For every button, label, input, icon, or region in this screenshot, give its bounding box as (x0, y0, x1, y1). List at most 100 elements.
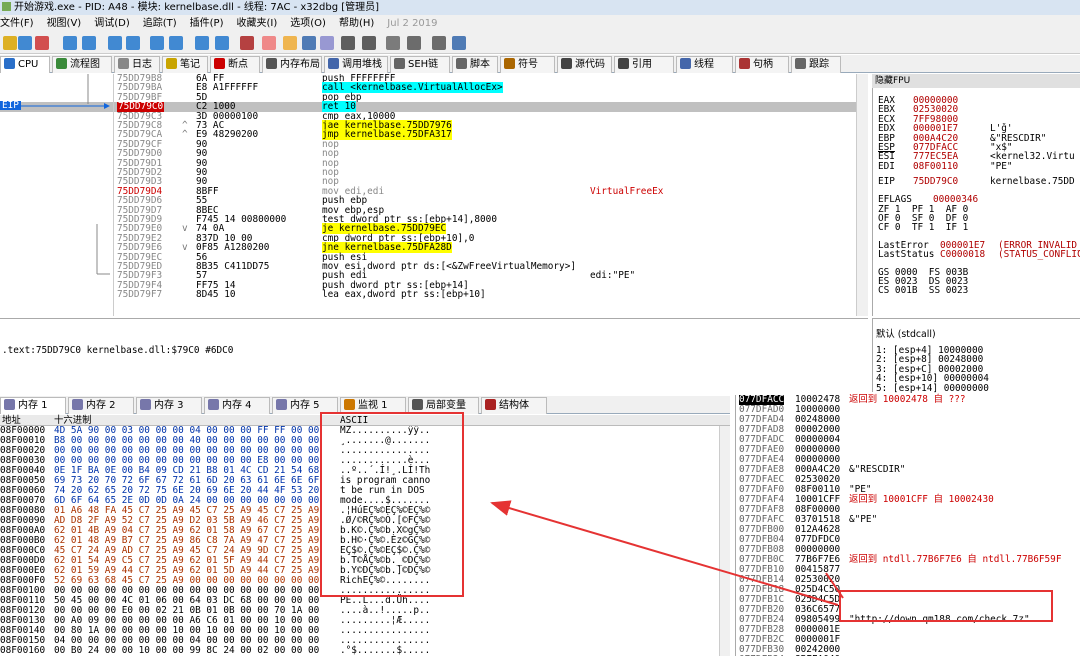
menu-bar: 文件(F) 视图(V) 调试(D) 追踪(T) 插件(P) 收藏夹(I) 选项(O) 帮助(H… (0, 15, 1080, 32)
menu-file[interactable]: 文件(F) (0, 18, 34, 29)
jump-arrow-glyph: ^ (182, 129, 188, 141)
register-eip[interactable]: EIP 75DD79C0 kernelbase.75DD (878, 177, 1075, 187)
run-to-user-icon[interactable] (195, 36, 209, 50)
close-icon[interactable] (35, 36, 49, 50)
stack-row[interactable]: 077DFB10 00415877 (736, 565, 1080, 575)
tab-script[interactable]: 脚本 (452, 56, 498, 73)
calculator-icon[interactable] (432, 36, 446, 50)
disasm-row[interactable]: 75DD79F7 8D45 10 lea eax,dword ptr ss:[ebp… (0, 290, 868, 300)
run-icon[interactable] (63, 36, 77, 50)
register-ebp[interactable]: EBP 000A4C20 &"RESCDIR" (878, 133, 1046, 143)
dump-tab-2[interactable]: 内存 2 (68, 397, 134, 414)
stack-row[interactable]: 077DFADC 00000004 (736, 435, 1080, 445)
stack-row[interactable]: 077DFAD0 10000000 (736, 405, 1080, 415)
step-into-icon[interactable] (108, 36, 122, 50)
stack-row[interactable]: 077DFB0C 77B6F7E6 返回到 ntdll.77B6F7E6 自 ntd… (736, 555, 1080, 565)
eflags-value[interactable]: 00000346 (933, 194, 978, 205)
bookmark-icon[interactable] (320, 36, 334, 50)
tab-label: 笔记 (180, 59, 200, 70)
dump-tab-8[interactable]: 结构体 (481, 397, 547, 414)
menu-trace[interactable]: 追踪(T) (143, 18, 177, 29)
strings-icon[interactable] (407, 36, 421, 50)
menu-view[interactable]: 视图(V) (47, 18, 82, 29)
pause-icon[interactable] (82, 36, 96, 50)
stack-row[interactable]: 077DFAF4 10001CFF 返回到 10001CFF 自 10002430 (736, 495, 1080, 505)
stack-row[interactable]: 077DFB14 02530020 (736, 575, 1080, 585)
register-esi[interactable]: ESI 777EC5EA <kernel32.Virtu (878, 152, 1075, 162)
stack-row[interactable]: 077DFAE0 00000000 (736, 445, 1080, 455)
tab-threads[interactable]: 线程 (676, 56, 733, 73)
stack-row[interactable]: 077DFAFC 03701518 &"PE" (736, 515, 1080, 525)
stack-row[interactable]: 077DFB00 012A4628 (736, 525, 1080, 535)
dump-tab-label: 结构体 (499, 400, 529, 411)
register-edi[interactable]: EDI 08F00110 "PE" (878, 161, 1013, 171)
label-icon[interactable] (302, 36, 316, 50)
menu-options[interactable]: 选项(O) (290, 18, 326, 29)
trace-into-icon[interactable] (150, 36, 164, 50)
tab-label: SEH链 (408, 59, 439, 70)
stack-row[interactable]: 077DFAE8 000A4C20 &"RESCDIR" (736, 465, 1080, 475)
stack-row[interactable]: 077DFB30 00242000 (736, 645, 1080, 655)
stack-row[interactable]: 077DFB28 0000001E (736, 625, 1080, 635)
breakpoint-icon[interactable] (240, 36, 254, 50)
disassembly-scrollbar[interactable] (856, 74, 868, 316)
tab-trace[interactable]: 跟踪 (791, 56, 841, 73)
execute-till-return-icon[interactable] (215, 36, 229, 50)
patch-icon[interactable] (262, 36, 276, 50)
register-value[interactable]: 75DD79C0 (913, 177, 990, 187)
tab-callstack[interactable]: 调用堆栈 (324, 56, 388, 73)
menu-help[interactable]: 帮助(H) (339, 18, 374, 29)
tab-notes[interactable]: 笔记 (162, 56, 208, 73)
eflags-row[interactable]: EFLAGS 00000346 (878, 194, 978, 205)
script-icon (456, 58, 467, 69)
stack-row[interactable]: 077DFAD8 00002000 (736, 425, 1080, 435)
open-icon[interactable] (3, 36, 17, 50)
stack-row[interactable]: 077DFAEC 02530020 (736, 475, 1080, 485)
memory-icon (276, 399, 287, 410)
stack-row[interactable]: 077DFAD4 00248000 (736, 415, 1080, 425)
callconv-header[interactable]: 默认 (stdcall) (876, 330, 936, 340)
segment-row[interactable]: CS 001B SS 0023 (878, 286, 968, 296)
flag-row[interactable]: CF 0 TF 1 IF 1 (878, 223, 968, 233)
font-icon[interactable] (386, 36, 400, 50)
menu-plugins[interactable]: 插件(P) (190, 18, 224, 29)
tab-source[interactable]: 源代码 (557, 56, 612, 73)
stack-row[interactable]: 077DFACC 10002478 返回到 10002478 自 ??? (736, 395, 1080, 405)
stack-comment: &"RESCDIR" (849, 464, 906, 475)
stack-row[interactable]: 077DFB2C 0000001F (736, 635, 1080, 645)
menu-debug[interactable]: 调试(D) (94, 18, 130, 29)
tab-label: 引用 (632, 59, 652, 70)
tab-references[interactable]: 引用 (614, 56, 674, 73)
dump-tab-3[interactable]: 内存 3 (136, 397, 202, 414)
dump-header-hex: 十六进制 (54, 415, 92, 426)
trace-over-icon[interactable] (169, 36, 183, 50)
tab-breakpoint[interactable]: 断点 (210, 56, 260, 73)
tab-seh[interactable]: SEH链 (390, 56, 450, 73)
help-icon[interactable] (452, 36, 466, 50)
registers-panel[interactable]: EAX 00000000 EBX 02530020 ECX 7FF98000 EDX 0000… (872, 74, 1080, 316)
disassembly-view[interactable]: 75DD79B8 6A FF push FFFFFFFF 75DD79BA E8 A1F… (0, 74, 868, 316)
menu-favourites[interactable]: 收藏夹(I) (237, 18, 278, 29)
tab-graph[interactable]: 流程图 (52, 56, 112, 73)
tab-log[interactable]: 日志 (114, 56, 160, 73)
stack-row[interactable]: 077DFAE4 00000000 (736, 455, 1080, 465)
stack-row[interactable]: 077DFAF8 08F00000 (736, 505, 1080, 515)
hash-icon[interactable] (362, 36, 376, 50)
restart-icon[interactable] (18, 36, 32, 50)
annotation-box-url (839, 590, 1053, 622)
call-convention-panel[interactable]: 默认 (stdcall) 1: [esp+4] 10000000 2: [esp+8… (872, 318, 1080, 393)
register-value[interactable]: 08F00110 (913, 161, 990, 171)
comment-icon[interactable] (283, 36, 297, 50)
stack-row[interactable]: 077DFB04 077DFDC0 (736, 535, 1080, 545)
tab-memory-map[interactable]: 内存布局 (262, 56, 322, 73)
function-icon[interactable] (341, 36, 355, 50)
dump-tab-1[interactable]: 内存 1 (0, 397, 66, 414)
dump-scrollbar[interactable] (719, 426, 730, 656)
tab-symbols[interactable]: 符号 (500, 56, 555, 73)
hide-fpu-toggle[interactable]: 隐藏FPU (872, 74, 1080, 88)
tab-cpu[interactable]: CPU (0, 56, 50, 73)
step-over-icon[interactable] (126, 36, 140, 50)
dump-tab-4[interactable]: 内存 4 (204, 397, 270, 414)
tab-handles[interactable]: 句柄 (735, 56, 789, 73)
tab-label: 调用堆栈 (342, 59, 382, 70)
